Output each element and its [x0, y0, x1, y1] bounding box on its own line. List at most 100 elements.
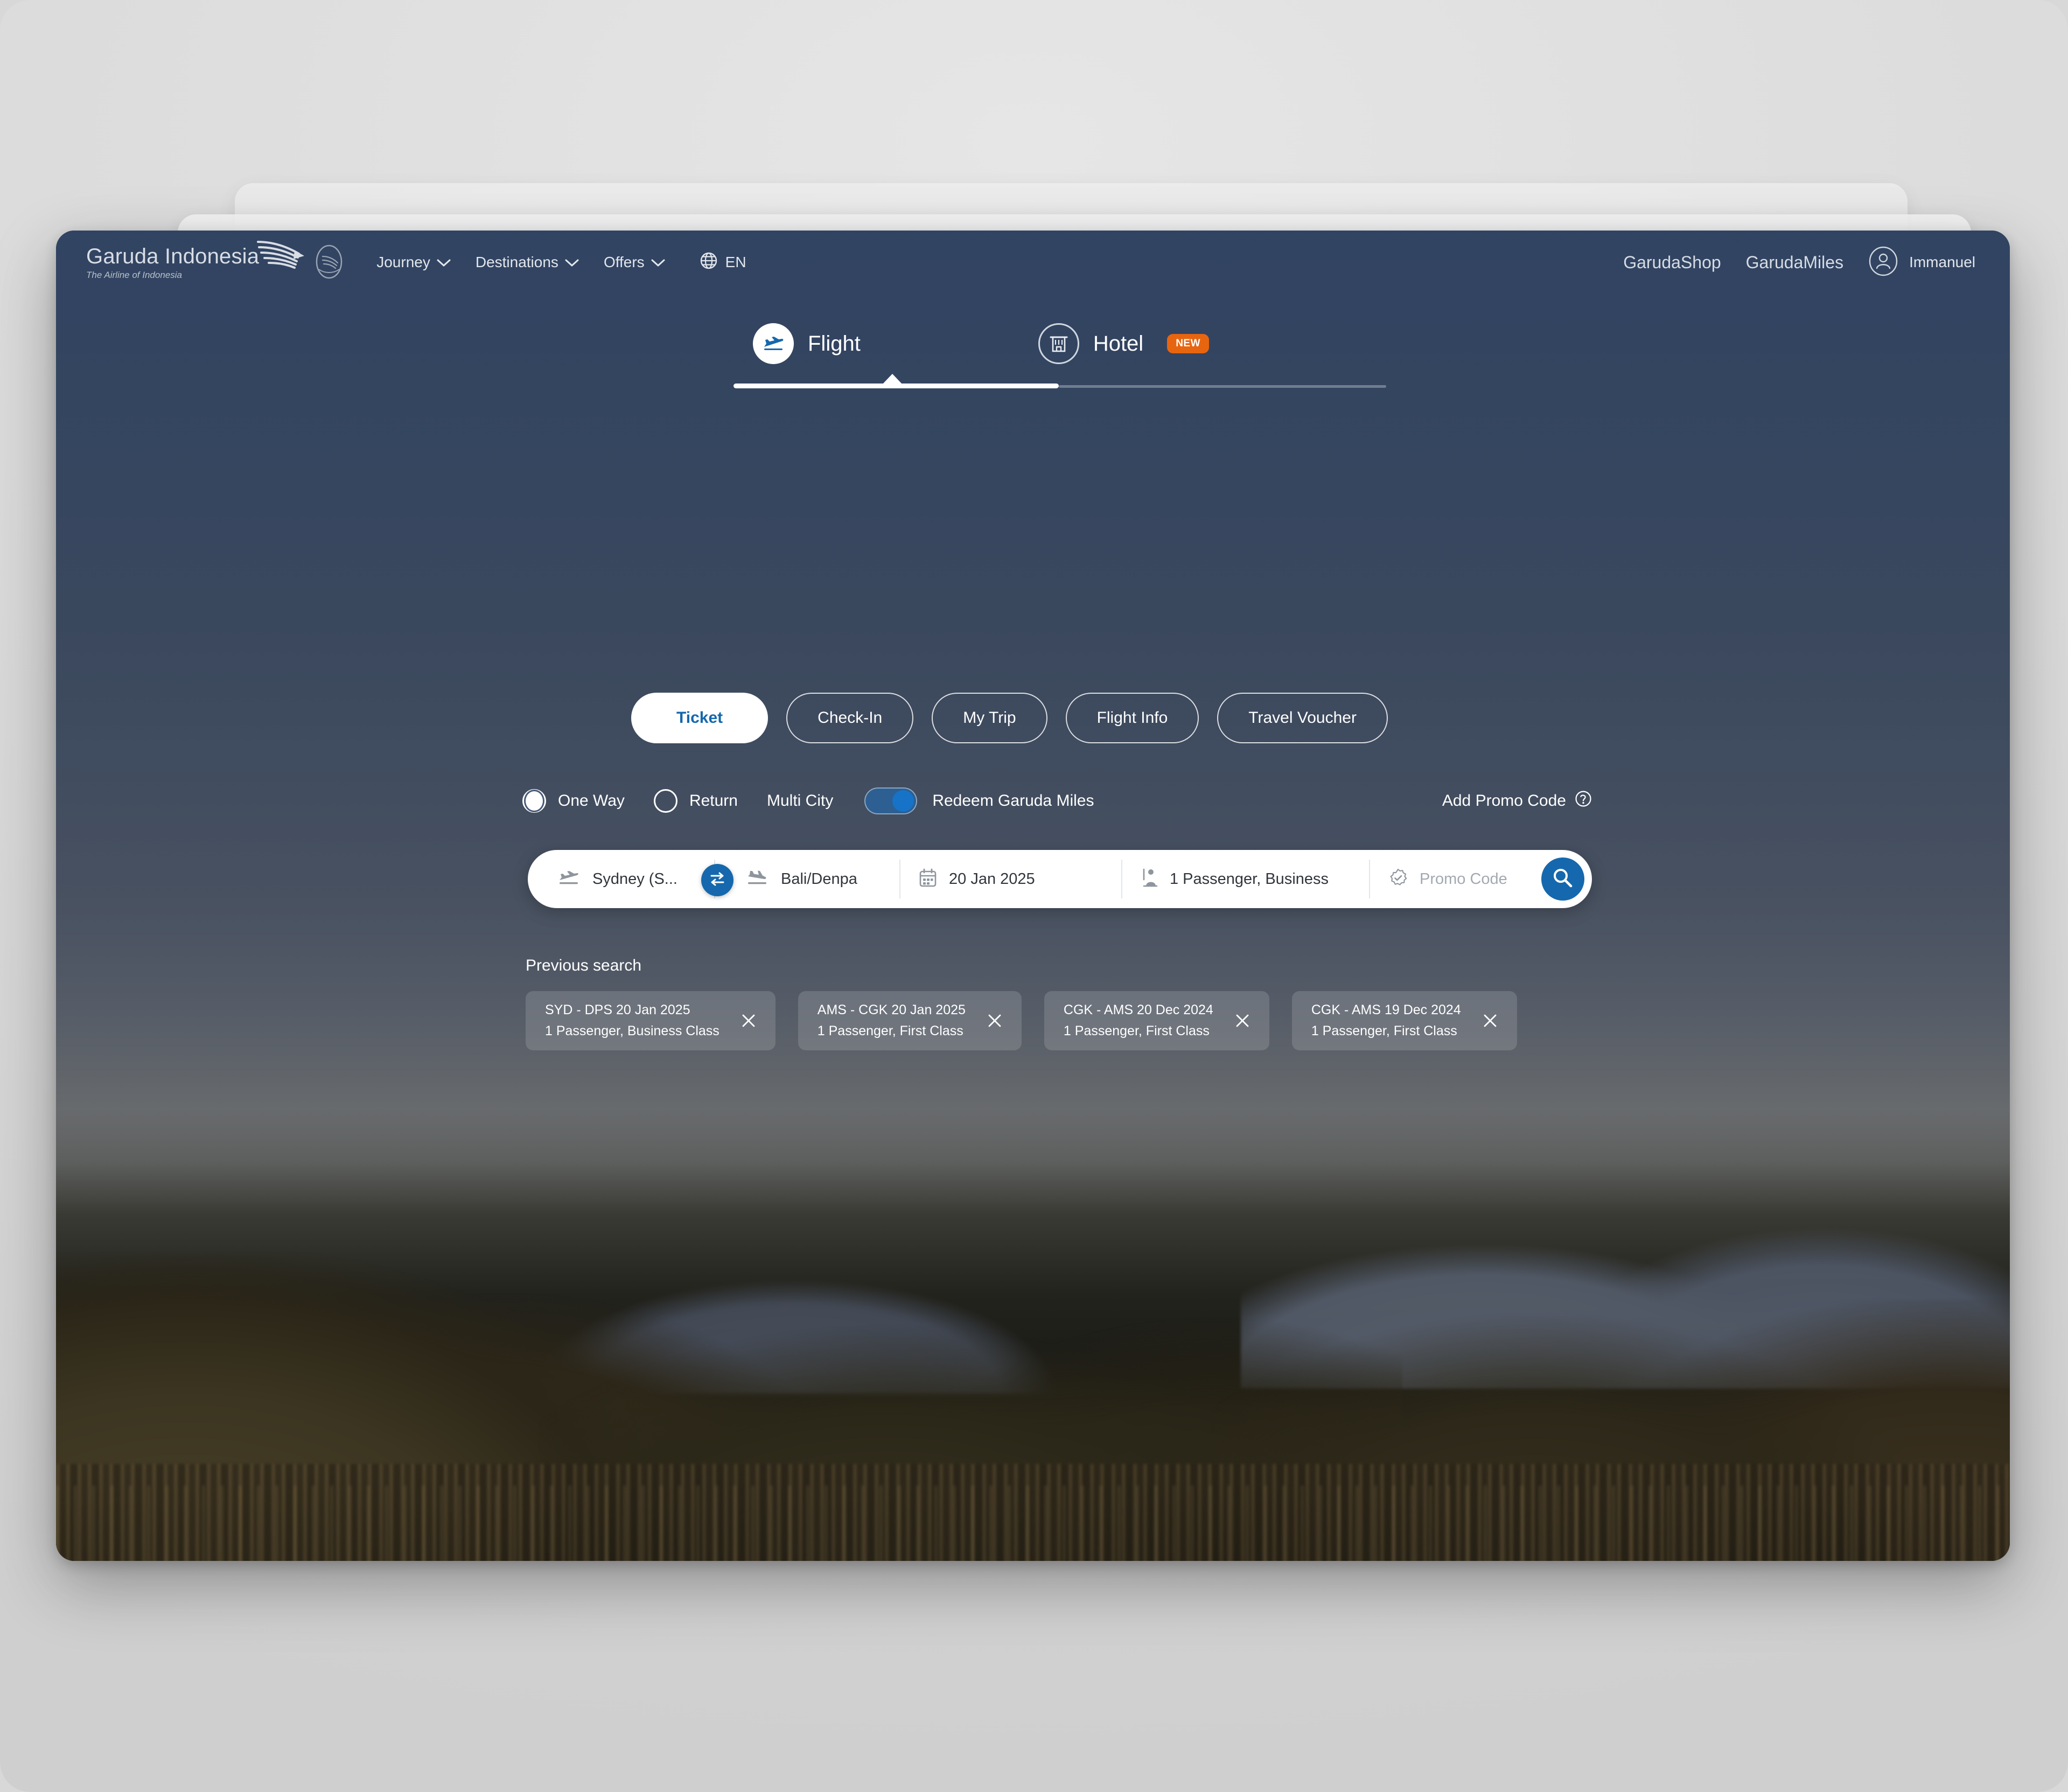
airplane-icon [753, 323, 794, 364]
list-item[interactable]: CGK - AMS 19 Dec 2024 1 Passenger, First… [1291, 991, 1517, 1050]
promo-seal-icon [1388, 868, 1408, 890]
destination-field[interactable]: Bali/Denpa [714, 860, 899, 898]
user-avatar-icon [1868, 246, 1898, 279]
destination-value: Bali/Denpa [781, 870, 857, 888]
tab-flight-info[interactable]: Flight Info [1065, 693, 1199, 743]
chevron-down-icon [651, 254, 665, 271]
service-tabs: Ticket Check-In My Trip Flight Info Trav… [631, 693, 1388, 743]
list-item[interactable]: CGK - AMS 20 Dec 2024 1 Passenger, First… [1044, 991, 1269, 1050]
town-lights [56, 1486, 2010, 1561]
close-icon[interactable] [984, 1010, 1005, 1031]
search-icon [1552, 867, 1574, 892]
previous-search-detail: 1 Passenger, Business Class [545, 1023, 719, 1038]
skyteam-seal-icon [314, 242, 344, 283]
browser-window: Garuda Indonesia The Airline of Indonesi… [56, 231, 2010, 1561]
nav-item-label: Offers [603, 254, 645, 270]
radio-return-label: Return [689, 792, 738, 810]
nav-item-label: Destinations [475, 254, 558, 270]
previous-search-route: SYD - DPS 20 Jan 2025 [545, 1002, 690, 1017]
close-icon[interactable] [1479, 1010, 1501, 1031]
previous-search-detail: 1 Passenger, First Class [817, 1023, 963, 1038]
previous-search-text: SYD - DPS 20 Jan 2025 1 Passenger, Busin… [545, 1002, 719, 1039]
account-name: Immanuel [1909, 254, 1975, 270]
status-badge-new: NEW [1167, 334, 1210, 353]
list-item[interactable]: SYD - DPS 20 Jan 2025 1 Passenger, Busin… [526, 991, 776, 1050]
previous-search-text: CGK - AMS 20 Dec 2024 1 Passenger, First… [1064, 1002, 1213, 1039]
nav-item-label: Journey [376, 254, 430, 270]
previous-search-route: CGK - AMS 19 Dec 2024 [1311, 1002, 1461, 1017]
tab-check-in[interactable]: Check-In [786, 693, 914, 743]
tab-flight[interactable]: Flight [753, 323, 861, 364]
previous-search-route: CGK - AMS 20 Dec 2024 [1063, 1002, 1213, 1017]
header-right-group: GarudaShop GarudaMiles Immanuel [1623, 246, 1975, 279]
hotel-building-icon [1038, 323, 1079, 364]
previous-search-route: AMS - CGK 20 Jan 2025 [817, 1002, 966, 1017]
chevron-down-icon [565, 254, 579, 271]
swap-origin-destination-button[interactable] [701, 864, 733, 896]
close-icon[interactable] [1232, 1010, 1253, 1031]
garuda-bird-icon [256, 238, 305, 274]
nav-item-journey[interactable]: Journey [376, 254, 451, 271]
nav-item-destinations[interactable]: Destinations [476, 254, 579, 271]
garudamiles-link[interactable]: GarudaMiles [1746, 253, 1843, 273]
list-item[interactable]: AMS - CGK 20 Jan 2025 1 Passenger, First… [798, 991, 1022, 1050]
redeem-miles-toggle[interactable] [864, 787, 918, 814]
tab-ticket[interactable]: Ticket [631, 693, 768, 743]
chevron-down-icon [437, 254, 451, 271]
previous-search-text: CGK - AMS 19 Dec 2024 1 Passenger, First… [1311, 1002, 1461, 1039]
previous-search-title: Previous search [526, 957, 642, 974]
promo-code-placeholder: Promo Code [1420, 870, 1507, 888]
radio-one-way[interactable]: One Way [522, 789, 625, 813]
tab-hotel[interactable]: Hotel NEW [1038, 323, 1210, 364]
language-selector[interactable]: EN [700, 252, 746, 274]
underline-inactive-segment [1059, 385, 1386, 388]
radio-indicator [653, 789, 677, 813]
language-label: EN [725, 254, 746, 270]
passenger-class-field[interactable]: 1 Passenger, Business [1121, 860, 1369, 898]
date-value: 20 Jan 2025 [949, 870, 1035, 888]
active-tab-caret [882, 374, 903, 385]
plane-departure-icon [558, 870, 581, 889]
brand-text: Garuda Indonesia The Airline of Indonesi… [86, 246, 259, 280]
site-header: Garuda Indonesia The Airline of Indonesi… [56, 231, 2010, 294]
flight-search-bar: Sydney (S... Bali/Denpa 20 Jan 2025 1 Pa… [528, 850, 1592, 908]
tab-hotel-label: Hotel [1093, 331, 1144, 355]
radio-indicator [522, 789, 546, 813]
search-button[interactable] [1541, 857, 1584, 901]
passenger-icon [1141, 868, 1158, 891]
calendar-icon [919, 868, 937, 890]
date-field[interactable]: 20 Jan 2025 [899, 860, 1121, 898]
tab-travel-voucher[interactable]: Travel Voucher [1217, 693, 1388, 743]
previous-search-detail: 1 Passenger, First Class [1063, 1023, 1210, 1038]
origin-field[interactable]: Sydney (S... [528, 860, 714, 898]
brand-tagline: The Airline of Indonesia [86, 269, 182, 280]
product-tab-underline [733, 374, 1386, 389]
radio-one-way-label: One Way [558, 792, 625, 810]
add-promo-code-link[interactable]: Add Promo Code [1442, 790, 1592, 812]
passenger-class-value: 1 Passenger, Business [1170, 870, 1329, 888]
tab-my-trip[interactable]: My Trip [932, 693, 1047, 743]
previous-search-text: AMS - CGK 20 Jan 2025 1 Passenger, First… [818, 1002, 966, 1039]
garudashop-link[interactable]: GarudaShop [1623, 253, 1721, 273]
previous-search-detail: 1 Passenger, First Class [1311, 1023, 1457, 1038]
radio-multi-city[interactable]: Multi City [767, 792, 833, 810]
brand-logo[interactable]: Garuda Indonesia The Airline of Indonesi… [86, 240, 344, 283]
product-tabs: Flight Hotel NEW [733, 323, 1386, 389]
main-nav: Journey Destinations Offers EN [376, 252, 746, 274]
redeem-miles-label: Redeem Garuda Miles [932, 792, 1094, 810]
globe-icon [700, 252, 718, 274]
swap-arrows-icon [707, 869, 728, 892]
brand-name: Garuda Indonesia [86, 244, 260, 268]
add-promo-code-label: Add Promo Code [1442, 792, 1566, 810]
nav-item-offers[interactable]: Offers [604, 254, 665, 271]
origin-value: Sydney (S... [592, 870, 677, 888]
radio-return[interactable]: Return [653, 789, 738, 813]
close-icon[interactable] [738, 1010, 759, 1031]
previous-search-list: SYD - DPS 20 Jan 2025 1 Passenger, Busin… [526, 991, 1517, 1050]
help-circle-icon [1575, 790, 1592, 812]
toggle-knob [892, 790, 914, 812]
product-tabs-row: Flight Hotel NEW [733, 323, 1386, 364]
tab-flight-label: Flight [808, 331, 861, 355]
trip-options-row: One Way Return Multi City Redeem Garuda … [522, 787, 1592, 814]
account-menu[interactable]: Immanuel [1868, 246, 1975, 279]
